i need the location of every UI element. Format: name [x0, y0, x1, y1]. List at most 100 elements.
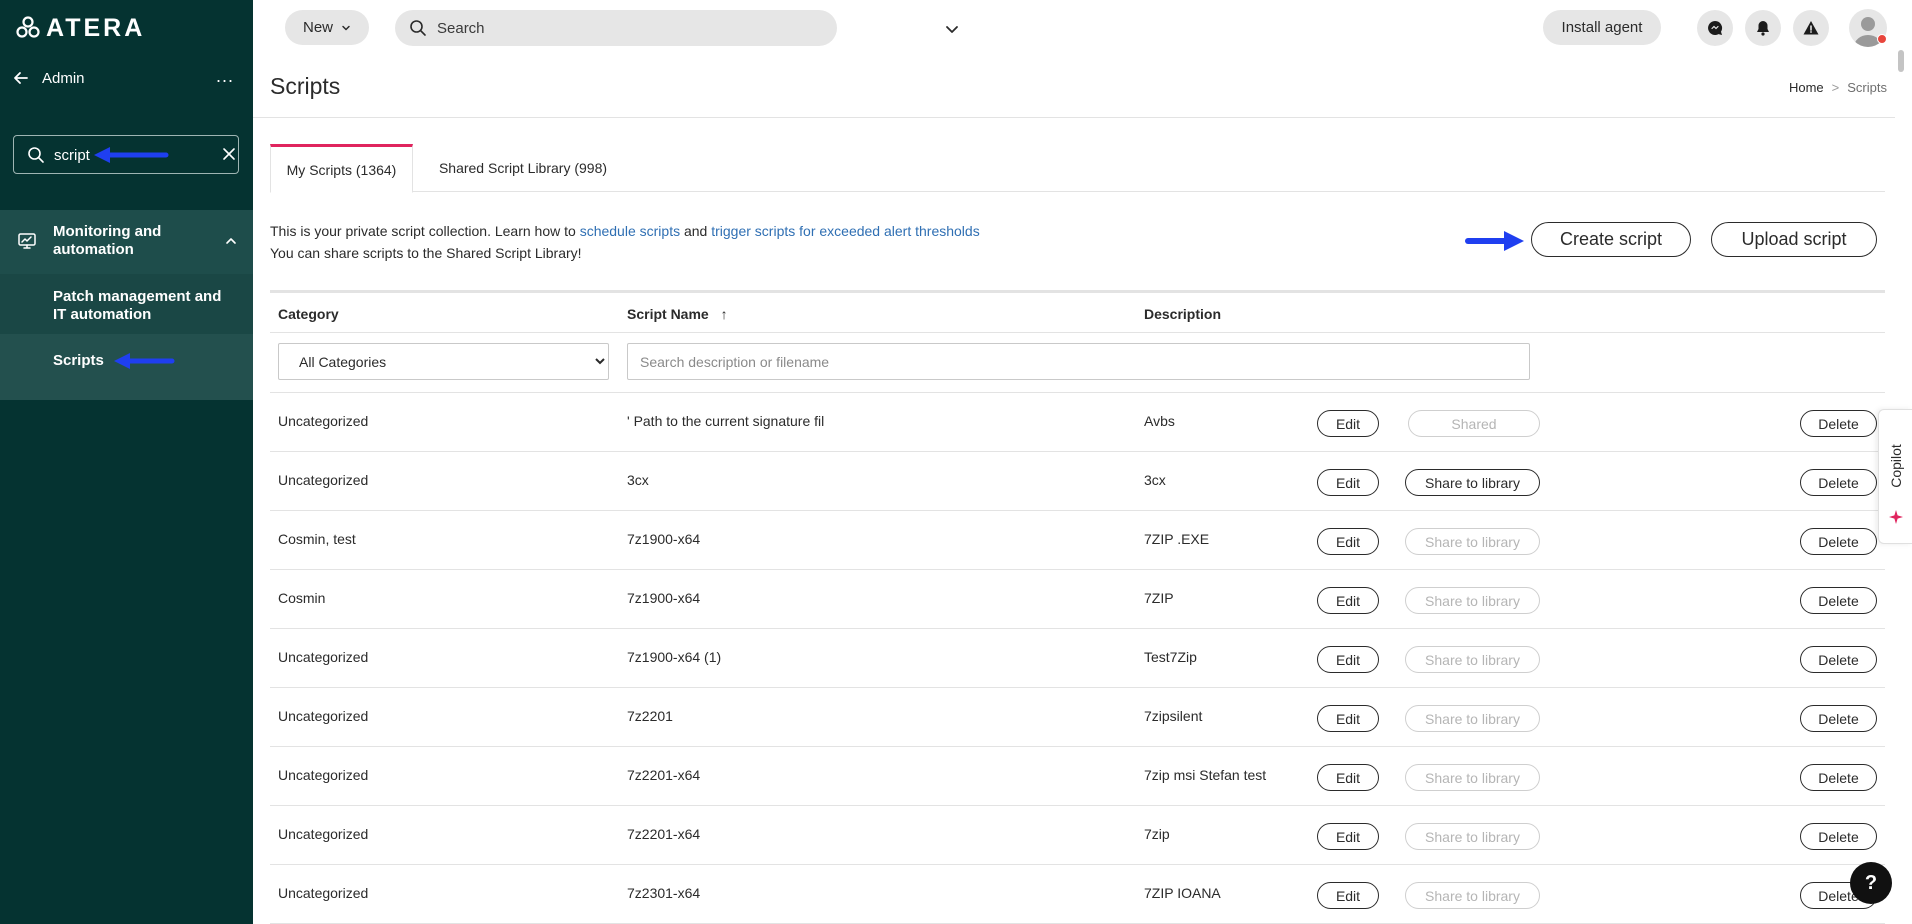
cell-script-name[interactable]: 7z2201 [627, 708, 673, 724]
cell-category: Cosmin, test [278, 531, 356, 547]
edit-button[interactable]: Edit [1317, 587, 1379, 614]
chat-button[interactable] [1697, 10, 1733, 46]
cell-category: Uncategorized [278, 826, 369, 842]
upload-script-button[interactable]: Upload script [1711, 222, 1877, 257]
edit-button[interactable]: Edit [1317, 764, 1379, 791]
cell-script-name[interactable]: 7z1900-x64 (1) [627, 649, 721, 665]
edit-button[interactable]: Edit [1317, 469, 1379, 496]
cell-script-name[interactable]: 3cx [627, 472, 649, 488]
category-filter-select[interactable]: All Categories [278, 343, 609, 380]
clear-search-icon[interactable] [220, 145, 238, 163]
cell-description: Test7Zip [1144, 649, 1197, 665]
intro-text-1: This is your private script collection. … [270, 223, 580, 239]
edit-button[interactable]: Edit [1317, 646, 1379, 673]
edit-button[interactable]: Edit [1317, 528, 1379, 555]
table-row: Uncategorized 3cx 3cx Edit Share to library D… [270, 452, 1885, 511]
more-options-icon[interactable]: ... [216, 66, 234, 87]
chevron-down-icon[interactable] [945, 22, 959, 36]
delete-button[interactable]: Delete [1800, 469, 1877, 496]
cell-description: 7ZIP [1144, 590, 1174, 606]
cell-description: 3cx [1144, 472, 1166, 488]
cell-script-name[interactable]: 7z2301-x64 [627, 885, 700, 901]
search-icon [410, 20, 426, 36]
delete-button[interactable]: Delete [1800, 823, 1877, 850]
new-button-label: New [302, 19, 333, 36]
table-row: Uncategorized 7z1900-x64 (1) Test7Zip Edit S… [270, 629, 1885, 688]
table-row: Cosmin, test 7z1900-x64 7ZIP .EXE Edit Share… [270, 511, 1885, 570]
delete-button[interactable]: Delete [1800, 587, 1877, 614]
filter-row: All Categories [270, 333, 1885, 393]
edit-button[interactable]: Edit [1317, 882, 1379, 909]
cell-script-name[interactable]: 7z2201-x64 [627, 826, 700, 842]
atera-logo[interactable]: ATERA [16, 13, 145, 43]
breadcrumb-separator: > [1831, 80, 1840, 95]
delete-button[interactable]: Delete [1800, 764, 1877, 791]
back-arrow-icon[interactable] [11, 68, 31, 88]
cell-description: 7zipsilent [1144, 708, 1203, 724]
cell-category: Uncategorized [278, 472, 369, 488]
chevron-down-icon [342, 25, 350, 30]
schedule-scripts-link[interactable]: schedule scripts [580, 223, 680, 239]
edit-button[interactable]: Edit [1317, 705, 1379, 732]
notifications-button[interactable] [1745, 10, 1781, 46]
page-title: Scripts [270, 73, 341, 99]
trigger-scripts-link[interactable]: trigger scripts for exceeded alert thres… [711, 223, 979, 239]
install-agent-button[interactable]: Install agent [1543, 10, 1661, 45]
alerts-button[interactable] [1793, 10, 1829, 46]
create-script-button[interactable]: Create script [1531, 222, 1691, 257]
cell-script-name[interactable]: 7z1900-x64 [627, 590, 700, 606]
cell-description: 7ZIP IOANA [1144, 885, 1221, 901]
share-to-library-button[interactable]: Share to library [1405, 469, 1540, 496]
breadcrumb: Home > Scripts [1789, 80, 1887, 95]
share-to-library-button: Share to library [1405, 764, 1540, 791]
sort-ascending-icon: ↑ [720, 306, 728, 322]
delete-button[interactable]: Delete [1800, 410, 1877, 437]
column-header-description[interactable]: Description [1144, 306, 1221, 322]
admin-label: Admin [42, 70, 85, 87]
cell-description: 7zip msi Stefan test [1144, 767, 1267, 783]
tab-my-scripts[interactable]: My Scripts (1364) [270, 144, 413, 193]
cell-script-name[interactable]: ' Path to the current signature fil [627, 413, 824, 429]
cell-description: Avbs [1144, 413, 1175, 429]
status-dot [1877, 34, 1887, 44]
column-header-script-name[interactable]: Script Name ↑ [627, 306, 728, 322]
table-row: Uncategorized ' Path to the current signa… [270, 393, 1885, 452]
table-row: Uncategorized 7z2201 7zipsilent Edit Share t… [270, 688, 1885, 747]
help-button[interactable]: ? [1850, 862, 1892, 904]
sparkle-icon [1889, 510, 1903, 524]
logo-text: ATERA [46, 13, 146, 42]
breadcrumb-home[interactable]: Home [1789, 80, 1824, 95]
delete-button[interactable]: Delete [1800, 646, 1877, 673]
new-button[interactable]: New [285, 10, 369, 45]
table-row: Uncategorized 7z2301-x64 7ZIP IOANA Edit Sha… [270, 865, 1885, 924]
top-bar: New Install agent [253, 0, 1912, 54]
tab-shared-script-library[interactable]: Shared Script Library (998) [418, 144, 628, 192]
sidebar-item-patch-management[interactable]: Patch management and IT automation [0, 274, 253, 334]
global-search-input[interactable] [437, 17, 777, 39]
nav-group-label: Monitoring and automation [53, 223, 162, 258]
global-search [395, 10, 958, 46]
sidebar-item-label: Patch management and IT automation [53, 288, 222, 323]
monitor-chart-icon [18, 233, 36, 249]
cell-script-name[interactable]: 7z1900-x64 [627, 531, 700, 547]
cell-category: Uncategorized [278, 413, 369, 429]
table-header: Category Script Name ↑ Description [270, 290, 1885, 333]
column-header-category[interactable]: Category [278, 306, 339, 322]
copilot-tab[interactable]: Copilot [1878, 409, 1912, 544]
cell-category: Uncategorized [278, 885, 369, 901]
description-search-input[interactable] [627, 343, 1530, 380]
nav-group-monitoring-header[interactable]: Monitoring and automation [0, 210, 253, 274]
chevron-up-icon [226, 238, 236, 244]
delete-button[interactable]: Delete [1800, 528, 1877, 555]
delete-button[interactable]: Delete [1800, 705, 1877, 732]
share-to-library-button: Share to library [1405, 705, 1540, 732]
edit-button[interactable]: Edit [1317, 410, 1379, 437]
app-window: ATERA Admin ... script Monitoring and au… [0, 0, 1912, 924]
sidebar: ATERA Admin ... script Monitoring and au… [0, 0, 253, 924]
share-to-library-button: Share to library [1405, 646, 1540, 673]
warning-icon [1803, 21, 1819, 35]
scrollbar-thumb[interactable] [1898, 50, 1904, 72]
edit-button[interactable]: Edit [1317, 823, 1379, 850]
share-to-library-button: Share to library [1405, 823, 1540, 850]
cell-script-name[interactable]: 7z2201-x64 [627, 767, 700, 783]
